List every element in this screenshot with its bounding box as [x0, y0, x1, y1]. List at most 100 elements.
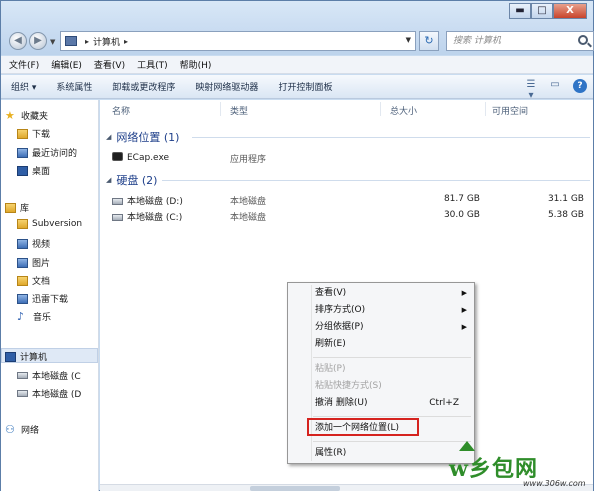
maximize-button[interactable]: □: [531, 3, 553, 19]
item-name: 本地磁盘 (D:): [112, 194, 183, 207]
ctx-undo-delete[interactable]: 撤消 删除(U) Ctrl+Z: [315, 395, 473, 411]
group-label: 硬盘 (2): [116, 174, 158, 187]
nav-label: 收藏夹: [21, 112, 49, 122]
nav-drive-d[interactable]: 本地磁盘 (D: [17, 387, 81, 400]
column-divider[interactable]: [220, 102, 221, 116]
command-bar: 组织 ▾ 系统属性 卸载或更改程序 映射网络驱动器 打开控制面板 ☰ ▾ ▭ ?: [1, 75, 593, 101]
group-network-locations[interactable]: ◢ 网络位置 (1): [106, 129, 179, 145]
ctx-sort-by[interactable]: 排序方式(O) ▶: [315, 302, 473, 318]
address-dropdown-icon[interactable]: ▼: [406, 36, 411, 44]
ctx-group-by[interactable]: 分组依据(P) ▶: [315, 319, 473, 335]
nav-label: 音乐: [33, 313, 52, 323]
nav-thunder-downloads[interactable]: 迅雷下载: [17, 292, 68, 305]
menu-view[interactable]: 查看(V): [94, 58, 125, 71]
toolbar-right: ☰ ▾ ▭ ?: [515, 79, 587, 101]
refresh-button[interactable]: ↻: [419, 31, 439, 51]
nav-recent[interactable]: 最近访问的: [17, 146, 77, 159]
shortcut-label: Ctrl+Z: [429, 398, 459, 408]
back-button[interactable]: ◀: [9, 32, 27, 50]
caption-buttons: ▬ □ X: [509, 3, 587, 19]
ctx-refresh[interactable]: 刷新(E): [315, 336, 473, 352]
menu-file[interactable]: 文件(F): [9, 58, 39, 71]
watermark-logo: w乡包网 www.306w.com: [441, 441, 594, 491]
organize-button[interactable]: 组织 ▾: [11, 80, 36, 93]
list-item[interactable]: 本地磁盘 (D:) 本地磁盘 81.7 GB 31.1 GB: [112, 193, 592, 207]
item-type: 应用程序: [230, 155, 267, 165]
view-options-icon[interactable]: ☰ ▾: [523, 79, 539, 101]
collapse-icon[interactable]: ◢: [106, 133, 111, 141]
menu-edit[interactable]: 编辑(E): [51, 58, 82, 71]
music-icon: ♪: [17, 310, 25, 323]
nav-pictures[interactable]: 图片: [17, 256, 50, 269]
breadcrumb-separator-icon[interactable]: ▸: [85, 37, 89, 46]
collapse-icon[interactable]: ◢: [106, 176, 111, 184]
menu-tools[interactable]: 工具(T): [137, 58, 168, 71]
map-network-drive-button[interactable]: 映射网络驱动器: [195, 80, 258, 93]
recent-places-icon: [17, 147, 28, 158]
nav-subversion[interactable]: Subversion: [17, 219, 82, 229]
preview-pane-icon[interactable]: ▭: [547, 79, 563, 93]
uninstall-program-button[interactable]: 卸载或更改程序: [112, 80, 175, 93]
nav-desktop[interactable]: 桌面: [17, 164, 50, 177]
folder-icon: [17, 293, 28, 304]
system-properties-button[interactable]: 系统属性: [56, 80, 92, 93]
search-input[interactable]: 搜索 计算机: [446, 31, 594, 51]
column-header-total-size[interactable]: 总大小: [390, 104, 417, 117]
help-icon[interactable]: ?: [573, 79, 587, 93]
list-item[interactable]: ECap.exe 应用程序: [112, 151, 592, 165]
menu-help[interactable]: 帮助(H): [180, 58, 212, 71]
column-header-name[interactable]: 名称: [112, 104, 130, 117]
column-divider[interactable]: [485, 102, 486, 116]
close-button[interactable]: X: [553, 3, 587, 19]
menu-separator: [313, 357, 471, 358]
group-divider: [192, 137, 590, 138]
nav-network[interactable]: ⚇ 网络: [5, 423, 39, 436]
nav-favorites[interactable]: ★ 收藏夹: [5, 109, 48, 122]
system-drive-icon: [112, 214, 123, 221]
breadcrumb-computer[interactable]: 计算机: [93, 35, 120, 48]
ctx-paste-shortcut: 粘贴快捷方式(S): [315, 381, 382, 391]
nav-music[interactable]: ♪ 音乐: [17, 310, 51, 323]
nav-documents[interactable]: 文档: [17, 274, 50, 287]
nav-label: 桌面: [32, 167, 51, 177]
column-header-type[interactable]: 类型: [230, 104, 248, 117]
nav-label: Subversion: [32, 219, 83, 229]
recent-pages-dropdown[interactable]: ▼: [50, 38, 55, 46]
scrollbar-thumb[interactable]: [250, 486, 340, 491]
video-library-icon: [17, 238, 28, 249]
nav-label: 计算机: [20, 353, 48, 363]
menu-separator: [313, 416, 471, 417]
nav-downloads[interactable]: 下载: [17, 127, 50, 140]
title-bar: ▬ □ X ◀ ▶ ▼ ▸ 计算机 ▸ ▼ ↻ 搜索 计算机: [1, 1, 594, 55]
computer-icon: [5, 351, 16, 362]
nav-library[interactable]: 库: [5, 201, 29, 214]
open-control-panel-button[interactable]: 打开控制面板: [278, 80, 332, 93]
minimize-button[interactable]: ▬: [509, 3, 531, 19]
nav-label: 本地磁盘 (D: [32, 390, 82, 400]
search-placeholder: 搜索 计算机: [453, 36, 501, 46]
ctx-view[interactable]: 查看(V) ▶: [315, 285, 473, 301]
submenu-arrow-icon: ▶: [461, 289, 467, 297]
address-bar[interactable]: ▸ 计算机 ▸ ▼: [60, 31, 416, 51]
nav-videos[interactable]: 视频: [17, 237, 50, 250]
nav-computer[interactable]: 计算机: [5, 350, 47, 363]
item-type: 本地磁盘: [230, 213, 267, 223]
breadcrumb-separator-icon[interactable]: ▸: [124, 37, 128, 46]
list-item[interactable]: 本地磁盘 (C:) 本地磁盘 30.0 GB 5.38 GB: [112, 209, 592, 223]
nav-label: 下载: [32, 130, 51, 140]
nav-label: 文档: [32, 277, 51, 287]
group-hard-disks[interactable]: ◢ 硬盘 (2): [106, 172, 157, 188]
computer-icon: [65, 36, 77, 46]
item-total-size: 30.0 GB: [443, 210, 480, 220]
highlight-box: [307, 418, 419, 436]
drive-icon: [112, 198, 123, 205]
context-menu: 查看(V) ▶ 排序方式(O) ▶ 分组依据(P) ▶ 刷新(E) 粘贴(P) …: [287, 282, 475, 464]
group-divider: [162, 180, 590, 181]
column-divider[interactable]: [380, 102, 381, 116]
nav-drive-c[interactable]: 本地磁盘 (C: [17, 369, 81, 382]
group-label: 网络位置 (1): [116, 131, 180, 144]
column-header-free-space[interactable]: 可用空间: [492, 104, 528, 117]
folder-icon: [17, 219, 28, 229]
forward-button[interactable]: ▶: [29, 32, 47, 50]
search-icon[interactable]: [578, 35, 588, 45]
